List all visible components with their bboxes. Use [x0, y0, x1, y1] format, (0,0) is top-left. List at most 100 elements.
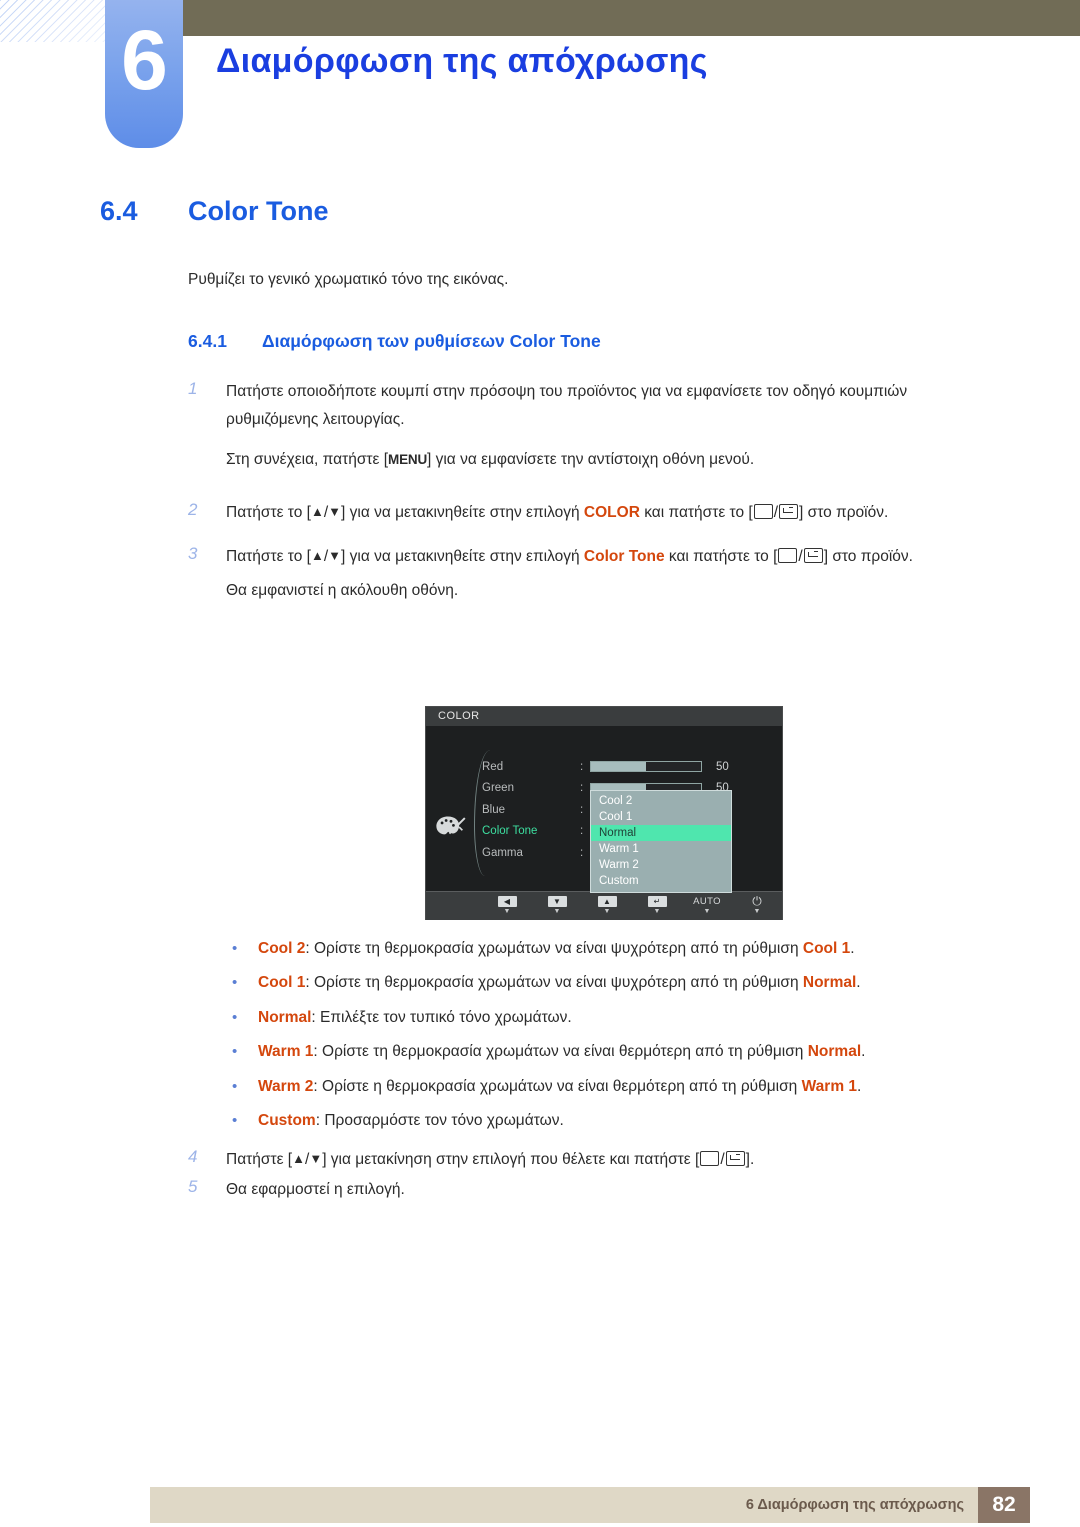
up-arrow-icon: ▲ — [597, 896, 617, 907]
osd-body: Red : 50 Green : 50 Blue: Color Tone: … — [426, 726, 782, 893]
step-number: 5 — [188, 1177, 198, 1197]
section-title: Color Tone — [188, 196, 329, 226]
page-footer: 6 Διαμόρφωση της απόχρωσης 82 — [150, 1487, 1030, 1523]
bullet-text: Cool 1: Ορίστε τη θερμοκρασία χρωμάτων ν… — [258, 972, 861, 994]
subsection-heading: 6.4.1 Διαμόρφωση των ρυθμίσεων Color Ton… — [188, 331, 1080, 352]
step-followup-text: Θα εμφανιστεί η ακόλουθη οθόνη. — [226, 582, 459, 600]
option-description: : Ορίστε τη θερμοκρασία χρωμάτων να είνα… — [313, 1043, 808, 1061]
step-text: Πατήστε [▲/▼] για μετακίνηση στην επιλογ… — [226, 1146, 996, 1174]
dropdown-option[interactable]: Warm 2 — [591, 857, 731, 873]
step-subtext-after: ] για να εμφανίσετε την αντίστοιχη οθόνη… — [427, 451, 755, 469]
button-caret-icon: ▼ — [703, 908, 711, 915]
left-arrow-button[interactable]: ◀ ▼ — [492, 896, 522, 916]
color-tone-dropdown[interactable]: Cool 2 Cool 1 Normal Warm 1 Warm 2 Custo… — [590, 790, 732, 893]
bullet-icon: • — [232, 1008, 238, 1026]
list-item: • Cool 2: Ορίστε τη θερμοκρασία χρωμάτων… — [232, 938, 1080, 960]
osd-row-value: 50 — [716, 760, 729, 773]
dropdown-option[interactable]: Cool 2 — [591, 793, 731, 809]
step-subtext: Στη συνέχεια, πατήστε [MENU] για να εμφα… — [226, 446, 996, 474]
step-text-seg: ] στο προϊόν. — [799, 503, 889, 521]
list-item: • Warm 2: Ορίστε η θερμοκρασία χρωμάτων … — [232, 1076, 1080, 1098]
osd-slider[interactable] — [590, 761, 702, 773]
step-item: 3 Πατήστε το [▲/▼] για να μετακινηθείτε … — [188, 543, 1080, 571]
step-subtext-before: Στη συνέχεια, πατήστε [ — [226, 451, 389, 469]
step-number: 1 — [188, 379, 198, 398]
up-arrow-icon: ▲ — [310, 503, 324, 519]
osd-title-bar: COLOR — [426, 707, 782, 726]
left-arrow-icon: ◀ — [497, 896, 517, 907]
bullet-text: Normal: Επιλέξτε τον τυπικό τόνο χρωμάτω… — [258, 1007, 572, 1029]
button-caret-icon: ▼ — [553, 908, 561, 915]
bullet-text: Custom: Προσαρμόστε τον τόνο χρωμάτων. — [258, 1110, 564, 1132]
step-text-seg: ] για να μετακινηθείτε στην επιλογή — [341, 547, 584, 565]
up-arrow-icon: ▲ — [292, 1151, 305, 1166]
menu-key-label: MENU — [388, 452, 427, 468]
section-heading: 6.4 Color Tone — [100, 196, 1080, 227]
option-term: Warm 2 — [258, 1077, 314, 1095]
power-icon: ⏻ — [752, 894, 762, 908]
step-text-seg: ] στο προϊόν. — [823, 547, 913, 565]
dropdown-option[interactable]: Custom — [591, 873, 731, 889]
option-end: . — [857, 1077, 862, 1095]
dropdown-option-selected[interactable]: Normal — [591, 825, 731, 841]
power-button[interactable]: ⏻ ▼ — [742, 894, 772, 916]
step-text: Πατήστε το [▲/▼] για να μετακινηθείτε στ… — [226, 499, 996, 527]
header-olive-bar — [168, 0, 1080, 36]
option-description: : Ορίστε τη θερμοκρασία χρωμάτων να είνα… — [305, 940, 803, 957]
step-number: 2 — [188, 499, 198, 519]
step-item: 5 Θα εφαρμοστεί η επιλογή. — [188, 1176, 1080, 1204]
step-text-seg: Πατήστε [ — [226, 1151, 293, 1168]
button-caret-icon: ▼ — [603, 908, 611, 915]
dropdown-option[interactable]: Warm 1 — [591, 841, 731, 857]
osd-row-label: Green — [482, 782, 514, 795]
down-arrow-icon: ▼ — [328, 503, 342, 519]
option-description: : Ορίστε η θερμοκρασία χρωμάτων να είναι… — [313, 1077, 802, 1095]
down-arrow-icon: ▼ — [309, 1151, 323, 1166]
option-reference: Cool 1 — [802, 940, 851, 957]
option-description: : Προσαρμόστε τον τόνο χρωμάτων. — [315, 1112, 564, 1130]
list-item: • Warm 1: Ορίστε τη θερμοκρασία χρωμάτων… — [232, 1041, 1080, 1063]
subsection-number: 6.4.1 — [188, 331, 227, 351]
down-arrow-icon: ▼ — [328, 547, 342, 563]
page-number: 82 — [978, 1487, 1030, 1523]
instruction-steps: 1 Πατήστε οποιοδήποτε κουμπί στην πρόσοψ… — [0, 378, 1080, 605]
osd-menu-screenshot: COLOR Red : 50 Green: 50 Blue: Color T… — [425, 706, 783, 920]
list-item: • Normal: Επιλέξτε τον τυπικό τόνο χρωμά… — [232, 1007, 1080, 1029]
osd-colon: : — [580, 825, 584, 838]
step-text-seg: και πατήστε το [ — [664, 547, 778, 565]
osd-button-bar: ◀ ▼ ▼ ▼ ▲ ▼ ↵ ▼ AUTO ▼ ⏻ ▼ — [426, 891, 782, 920]
source-key-icon — [753, 503, 773, 519]
option-term: Custom — [258, 1112, 316, 1130]
step-text: Πατήστε το [▲/▼] για να μετακινηθείτε στ… — [226, 543, 996, 571]
down-arrow-button[interactable]: ▼ ▼ — [542, 896, 572, 916]
footer-chapter-label: 6 Διαμόρφωση της απόχρωσης — [745, 1497, 964, 1513]
osd-row-label: Color Tone — [482, 825, 538, 838]
enter-icon: ↵ — [647, 896, 667, 907]
enter-key-icon — [779, 503, 799, 519]
option-reference: Normal — [802, 974, 857, 992]
step-text-seg: Πατήστε το [ — [226, 503, 311, 521]
osd-colon: : — [580, 803, 584, 816]
step-number: 4 — [188, 1147, 198, 1166]
osd-row-label: Blue — [482, 803, 506, 816]
bullet-icon: • — [232, 1043, 238, 1061]
osd-colon: : — [580, 782, 584, 795]
source-key-icon — [778, 547, 798, 563]
enter-key-icon — [803, 547, 823, 563]
final-steps: 4 Πατήστε [▲/▼] για μετακίνηση στην επιλ… — [0, 1146, 1080, 1206]
auto-label: AUTO — [693, 896, 721, 907]
up-arrow-button[interactable]: ▲ ▼ — [592, 896, 622, 916]
osd-row[interactable]: Red : 50 — [482, 756, 778, 778]
step-item: 1 Πατήστε οποιοδήποτε κουμπί στην πρόσοψ… — [188, 378, 1080, 434]
osd-row-label: Red — [482, 760, 504, 773]
bullet-icon: • — [232, 1112, 238, 1130]
bullet-text: Cool 2: Ορίστε τη θερμοκρασία χρωμάτων ν… — [258, 938, 855, 960]
dropdown-option[interactable]: Cool 1 — [591, 809, 731, 825]
source-key-icon — [700, 1151, 720, 1166]
auto-button[interactable]: AUTO ▼ — [692, 896, 722, 916]
option-end: . — [850, 940, 855, 957]
option-term: Normal — [258, 1008, 312, 1026]
keyword-color: COLOR — [583, 503, 640, 521]
button-caret-icon: ▼ — [503, 908, 511, 915]
enter-button[interactable]: ↵ ▼ — [642, 896, 672, 916]
